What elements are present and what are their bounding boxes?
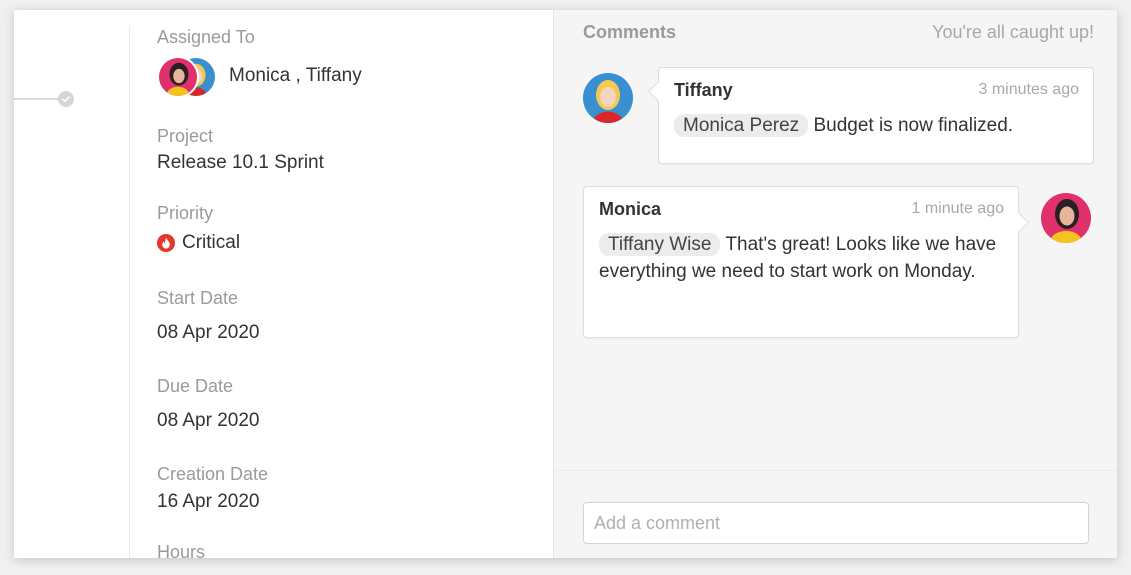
- composer-divider: [554, 470, 1117, 471]
- creation-date-label: Creation Date: [157, 464, 269, 484]
- avatar-monica: [1041, 193, 1091, 243]
- flame-icon: [157, 234, 175, 252]
- comment-time: 1 minute ago: [911, 200, 1004, 217]
- project-label: Project: [157, 126, 214, 146]
- assignees[interactable]: Monica , Tiffany: [157, 56, 362, 98]
- check-circle-icon: [58, 91, 74, 107]
- project-value: Release 10.1 Sprint: [157, 152, 324, 173]
- avatar-tiffany: [583, 73, 633, 123]
- mention-tag[interactable]: Monica Perez: [674, 114, 809, 137]
- assignee-avatars: [157, 56, 221, 98]
- priority-value: Critical: [157, 232, 240, 254]
- due-date-label: Due Date: [157, 376, 234, 396]
- comment-body: Tiffany Wise That's great! Looks like we…: [599, 231, 1004, 285]
- mention-tag[interactable]: Tiffany Wise: [599, 233, 721, 256]
- comment-body: Monica Perez Budget is now finalized.: [674, 112, 1079, 139]
- comment-item: Monica 1 minute ago Tiffany Wise That's …: [583, 186, 1019, 338]
- avatar-monica: [157, 56, 199, 98]
- start-date-label: Start Date: [157, 288, 239, 308]
- hours-label: Hours: [157, 542, 206, 558]
- column-divider: [129, 26, 130, 558]
- task-detail-window: Assigned To Monica , Tiffany Project Rel…: [14, 10, 1117, 558]
- start-date-value: 08 Apr 2020: [157, 322, 260, 343]
- priority-label: Priority: [157, 203, 214, 223]
- comment-author: Monica: [599, 199, 662, 219]
- comments-status: You're all caught up!: [932, 22, 1094, 42]
- assigned-to-label: Assigned To: [157, 27, 255, 47]
- due-date-value: 08 Apr 2020: [157, 410, 260, 431]
- comments-panel: Comments You're all caught up! Tiffany 3…: [553, 10, 1117, 558]
- comment-author: Tiffany: [674, 80, 733, 100]
- comment-item: Tiffany 3 minutes ago Monica Perez Budge…: [658, 67, 1094, 164]
- priority-text: Critical: [182, 232, 241, 253]
- comment-time: 3 minutes ago: [978, 81, 1079, 98]
- add-comment-input[interactable]: [583, 502, 1089, 544]
- timeline-line: [14, 98, 62, 100]
- comment-text: Budget is now finalized.: [808, 115, 1014, 136]
- assignee-names: Monica , Tiffany: [229, 65, 362, 86]
- creation-date-value: 16 Apr 2020: [157, 491, 260, 512]
- comments-title: Comments: [583, 22, 677, 42]
